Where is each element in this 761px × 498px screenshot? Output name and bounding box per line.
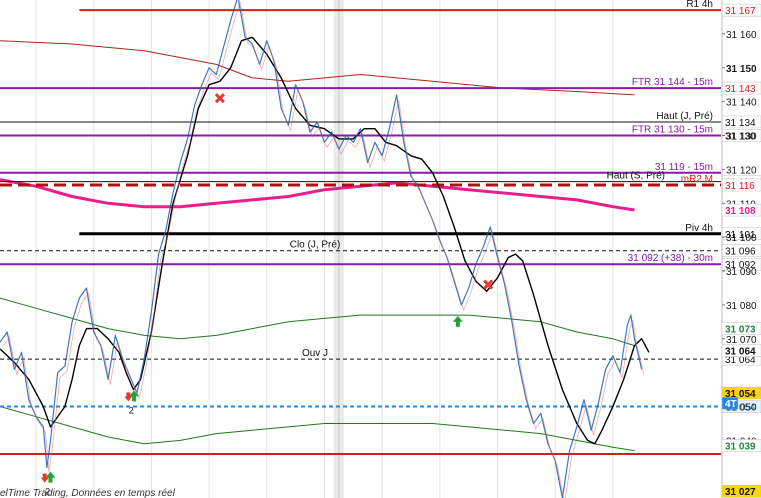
sell-arrow-icon — [124, 392, 133, 402]
band-lower-line — [0, 406, 635, 452]
price-level-label: 31 092 (+38) - 30m — [628, 253, 713, 264]
y-tick-label: 31 140 — [726, 98, 757, 109]
y-tick-label: 31 090 — [726, 267, 757, 278]
signal-count-label: 2 — [129, 405, 134, 415]
sell-arrow-icon — [40, 473, 49, 483]
price-axis[interactable]: 31 16731 14331 13431 13031 11631 11631 1… — [721, 0, 761, 498]
y-tick-label: 31 150 — [726, 64, 757, 75]
price-level-badge-text: 31 143 — [725, 84, 756, 95]
y-tick-label: 31 130 — [726, 132, 757, 143]
price-level-label: R1 4h — [686, 0, 713, 10]
y-tick-label: 31 080 — [726, 301, 757, 312]
price-level-badge-text: 31 116 — [725, 181, 755, 192]
axis-value-badge-text: 4T — [725, 399, 737, 410]
price-chart[interactable]: R1 4h FTR 31 144 - 15m Haut (J, Pré) FTR 31… — [0, 0, 761, 498]
sell-cross-marker — [483, 279, 494, 290]
y-tick-label: 31 100 — [726, 233, 757, 244]
price-level-badge-text: 31 096 — [725, 247, 756, 258]
price-level-label: Clo (J, Pré) — [290, 240, 341, 251]
price-level-badge-text: 31 167 — [725, 6, 756, 17]
price-level-label: Haut (S, Pré) — [607, 171, 665, 182]
watermark-text: elTime Trading, Données en temps réel — [0, 488, 176, 498]
axis-value-badge-text: 31 108 — [725, 206, 756, 217]
axis-value-badge-text: 31 073 — [725, 325, 756, 336]
buy-arrow-icon — [45, 471, 56, 483]
buy-arrow-icon — [452, 315, 463, 327]
band-upper-line — [0, 297, 635, 347]
price-level-label: FTR 31 144 - 15m — [632, 77, 713, 88]
y-tick-label: 31 120 — [726, 165, 757, 176]
axis-value-badge-text: 31 027 — [725, 487, 756, 498]
long-ma-line — [0, 40, 635, 96]
axis-value-badge-text: 31 064 — [725, 347, 756, 358]
price-level-label: mR2 M — [681, 174, 713, 185]
price-level-label: FTR 31 130 - 15m — [632, 125, 713, 136]
price-level-label: Piv 4h — [685, 223, 713, 234]
axis-value-badge-text: 31 039 — [725, 441, 756, 452]
price-level-label: Haut (J, Pré) — [656, 111, 713, 122]
price-level-badge-text: 31 134 — [725, 118, 756, 129]
sell-cross-marker — [214, 93, 225, 104]
y-tick-label: 31 070 — [726, 335, 757, 346]
y-tick-label: 31 160 — [726, 30, 757, 41]
price-level-label: Ouv J — [302, 348, 328, 359]
